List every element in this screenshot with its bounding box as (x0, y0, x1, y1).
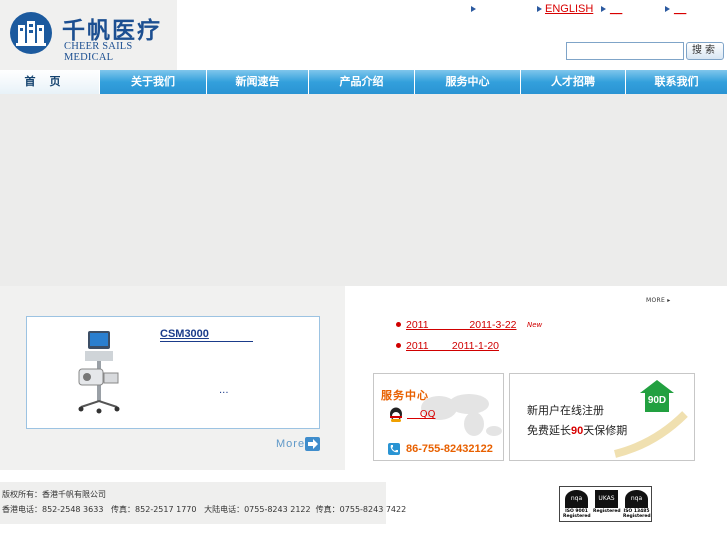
qq-link[interactable]: QQ (407, 409, 436, 420)
cert-bottom: ISO 9001 Registered (563, 509, 591, 519)
iso-9001-badge: nqa ISO 9001 Registered (563, 490, 591, 520)
cert-bottom: Registered (593, 509, 621, 514)
bullet-icon (396, 343, 401, 348)
product-desc: ... (219, 385, 229, 396)
news-item-text: 2011 2011-3-22 (406, 319, 517, 331)
contact-phones: 香港电话：852-2548 3633 传真：852-2517 1770 大陆电话… (2, 505, 407, 514)
product-panel: CSM3000 ... More (0, 286, 345, 470)
nav-products[interactable]: 产品介绍 (309, 70, 415, 94)
banner-area (0, 94, 727, 286)
top-link-3[interactable]: __ (674, 3, 686, 15)
warranty-days: 90 (571, 425, 584, 437)
product-card[interactable]: CSM3000 ... (26, 316, 320, 429)
nav-about[interactable]: 关于我们 (100, 70, 207, 94)
service-title: 服务中心 (381, 389, 429, 402)
arrow-right-icon[interactable] (305, 437, 320, 451)
new-badge: New (527, 321, 543, 329)
warranty-line2-prefix: 免费延长 (527, 424, 571, 437)
arrow-right-icon (537, 6, 542, 12)
badge-90d-label: 90D (647, 395, 667, 406)
news-more-link[interactable]: MORE ▸ (646, 297, 671, 304)
nav-contact[interactable]: 联系我们 (626, 70, 727, 94)
warranty-line1: 新用户在线注册 (527, 404, 604, 417)
news-more-label: MORE (646, 297, 666, 304)
arrow-right-icon (665, 6, 670, 12)
search-button[interactable]: 搜索 (686, 42, 724, 60)
more-link[interactable]: More (276, 438, 305, 450)
english-link[interactable]: ENGLISH (545, 3, 593, 15)
service-phone: 86-755-82432122 (406, 443, 493, 455)
service-center-box[interactable]: 服务中心 QQ 86-755-82432122 (373, 373, 504, 461)
cert-top: nqa (565, 490, 588, 508)
logo-building-icon (10, 12, 52, 54)
nav-home[interactable]: 首页 (0, 70, 100, 94)
qq-icon (390, 407, 402, 422)
phone-icon (388, 443, 400, 455)
logo-cn-text: 千帆医疗 (62, 17, 162, 44)
news-item-text: 2011 2011-1-20 (406, 340, 500, 352)
copyright-text: 版权所有：香港千帆有限公司 (2, 490, 106, 499)
bullet-icon (396, 322, 401, 327)
cert-badges: nqa ISO 9001 Registered UKAS Registered … (559, 486, 652, 522)
logo[interactable]: 千帆医疗 CHEER SAILS MEDICAL (0, 0, 177, 70)
arrow-right-icon (471, 6, 476, 12)
nav-careers[interactable]: 人才招聘 (521, 70, 626, 94)
nav-news[interactable]: 新闻速告 (207, 70, 309, 94)
product-image (78, 331, 120, 414)
product-title-link[interactable]: CSM3000 (160, 328, 209, 340)
top-link-2[interactable]: __ (610, 3, 622, 15)
cert-bottom: ISO 13485 Registered (623, 509, 651, 519)
badge-90d: 90D (639, 379, 675, 413)
ukas-badge: UKAS Registered (593, 490, 621, 520)
warranty-line2: 免费延长90天保修期 (527, 422, 627, 438)
main-nav: 首页 关于我们 新闻速告 产品介绍 服务中心 人才招聘 联系我们 (0, 70, 727, 94)
product-title-underline (160, 341, 253, 342)
logo-en-text: CHEER SAILS MEDICAL (64, 41, 133, 63)
warranty-line2-suffix: 天保修期 (583, 424, 628, 437)
nav-service[interactable]: 服务中心 (415, 70, 521, 94)
search-input[interactable] (566, 42, 684, 60)
cert-top: nqa (625, 490, 648, 508)
warranty-promo[interactable]: 新用户在线注册 免费延长90天保修期 90D (509, 373, 695, 461)
arrow-right-icon (601, 6, 606, 12)
iso-13485-badge: nqa ISO 13485 Registered (623, 490, 651, 520)
cert-top: UKAS (595, 490, 618, 508)
footer: 版权所有：香港千帆有限公司 香港电话：852-2548 3633 传真：852-… (0, 482, 406, 524)
